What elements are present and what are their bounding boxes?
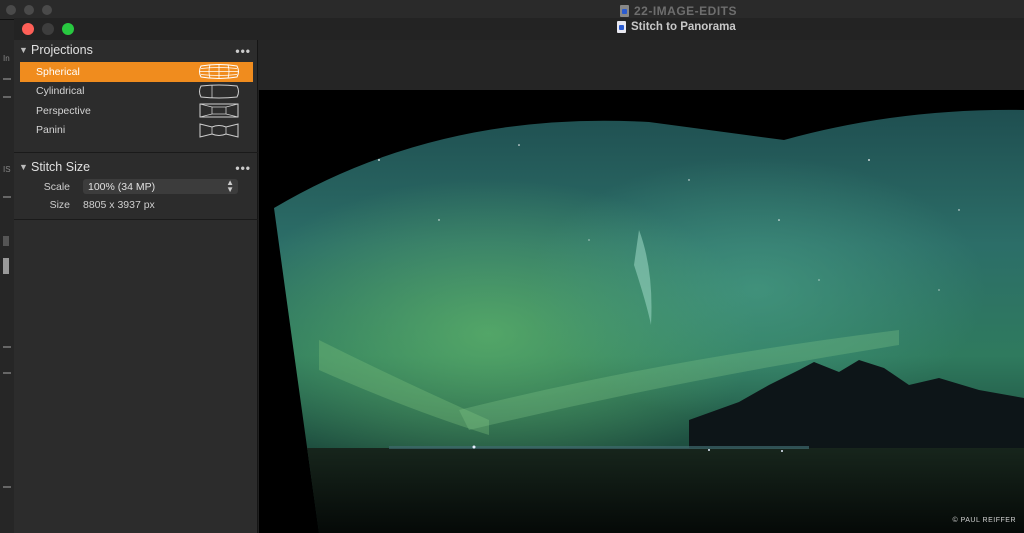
chevron-down-icon[interactable]: ▼ (19, 162, 31, 172)
minimize-button[interactable] (42, 23, 54, 35)
window-controls (22, 23, 74, 35)
background-strip-mark (3, 372, 11, 374)
background-titlebar: 22-IMAGE-EDITS (0, 0, 1024, 20)
cylindrical-projection-icon (199, 84, 239, 98)
projections-section: ▼ Projections ••• Spherical Cylindrical (14, 40, 258, 153)
background-strip-mark (3, 96, 11, 98)
zoom-button[interactable] (62, 23, 74, 35)
photo-credit: © PAUL REIFFER (952, 517, 1016, 524)
background-zoom-button (42, 5, 52, 15)
ellipsis-icon[interactable]: ••• (235, 44, 251, 58)
background-close-button (6, 5, 16, 15)
document-icon (620, 5, 629, 17)
chevron-down-icon[interactable]: ▼ (19, 45, 31, 55)
scale-value: 100% (34 MP) (88, 180, 156, 193)
projections-header[interactable]: ▼ Projections ••• (14, 40, 258, 60)
document-icon (617, 21, 626, 33)
projection-list: Spherical Cylindrical Perspective Panini (20, 62, 253, 140)
background-strip-label: IS (3, 165, 11, 174)
background-strip-mark (3, 486, 11, 488)
projection-label: Perspective (36, 104, 91, 117)
projection-item-spherical[interactable]: Spherical (20, 62, 253, 82)
scale-select[interactable]: 100% (34 MP) ▲ ▼ (83, 179, 238, 194)
stitch-window: Stitch to Panorama ▼ Projections ••• Sph… (14, 18, 1024, 533)
size-label: Size (49, 199, 70, 211)
projection-item-cylindrical[interactable]: Cylindrical (20, 82, 253, 102)
spherical-projection-icon (199, 64, 239, 79)
ellipsis-icon[interactable]: ••• (235, 161, 251, 175)
updown-arrows-icon: ▲ ▼ (226, 178, 234, 194)
panorama-image (274, 109, 1024, 533)
scale-row: Scale 100% (34 MP) ▲ ▼ (14, 179, 238, 194)
window-title: Stitch to Panorama (617, 21, 736, 33)
stitch-size-header[interactable]: ▼ Stitch Size ••• (14, 157, 258, 177)
projection-label: Panini (36, 124, 66, 137)
projection-label: Cylindrical (36, 85, 85, 98)
window-titlebar: Stitch to Panorama (14, 18, 1024, 40)
background-strip-mark (3, 78, 11, 80)
projection-item-perspective[interactable]: Perspective (20, 101, 253, 121)
background-strip-mark (3, 196, 11, 198)
panini-projection-icon (199, 122, 239, 138)
background-strip-mark (3, 258, 9, 274)
projection-label: Spherical (36, 65, 80, 78)
stitch-size-title: Stitch Size (31, 160, 91, 174)
stitch-size-section: ▼ Stitch Size ••• Scale 100% (34 MP) ▲ ▼ … (14, 154, 258, 220)
settings-panel: ▼ Projections ••• Spherical Cylindrical (14, 40, 258, 533)
background-window-controls (6, 5, 52, 15)
close-button[interactable] (22, 23, 34, 35)
background-left-strip: In IS (0, 20, 14, 533)
projection-item-panini[interactable]: Panini (20, 121, 253, 141)
size-value: 8805 x 3937 px (83, 199, 155, 211)
panorama-preview[interactable]: © PAUL REIFFER (259, 90, 1024, 533)
background-title-text: 22-IMAGE-EDITS (634, 4, 738, 18)
window-title-text: Stitch to Panorama (631, 21, 736, 33)
projections-title: Projections (31, 43, 93, 57)
size-row: Size 8805 x 3937 px (14, 199, 155, 211)
background-minimize-button (24, 5, 34, 15)
background-strip-label: In (3, 54, 10, 63)
background-window-title: 22-IMAGE-EDITS (620, 4, 737, 18)
perspective-projection-icon (199, 103, 239, 118)
background-strip-mark (3, 236, 9, 246)
background-strip-mark (3, 346, 11, 348)
scale-label: Scale (43, 180, 70, 193)
preview-toolbar-area (258, 40, 1024, 90)
